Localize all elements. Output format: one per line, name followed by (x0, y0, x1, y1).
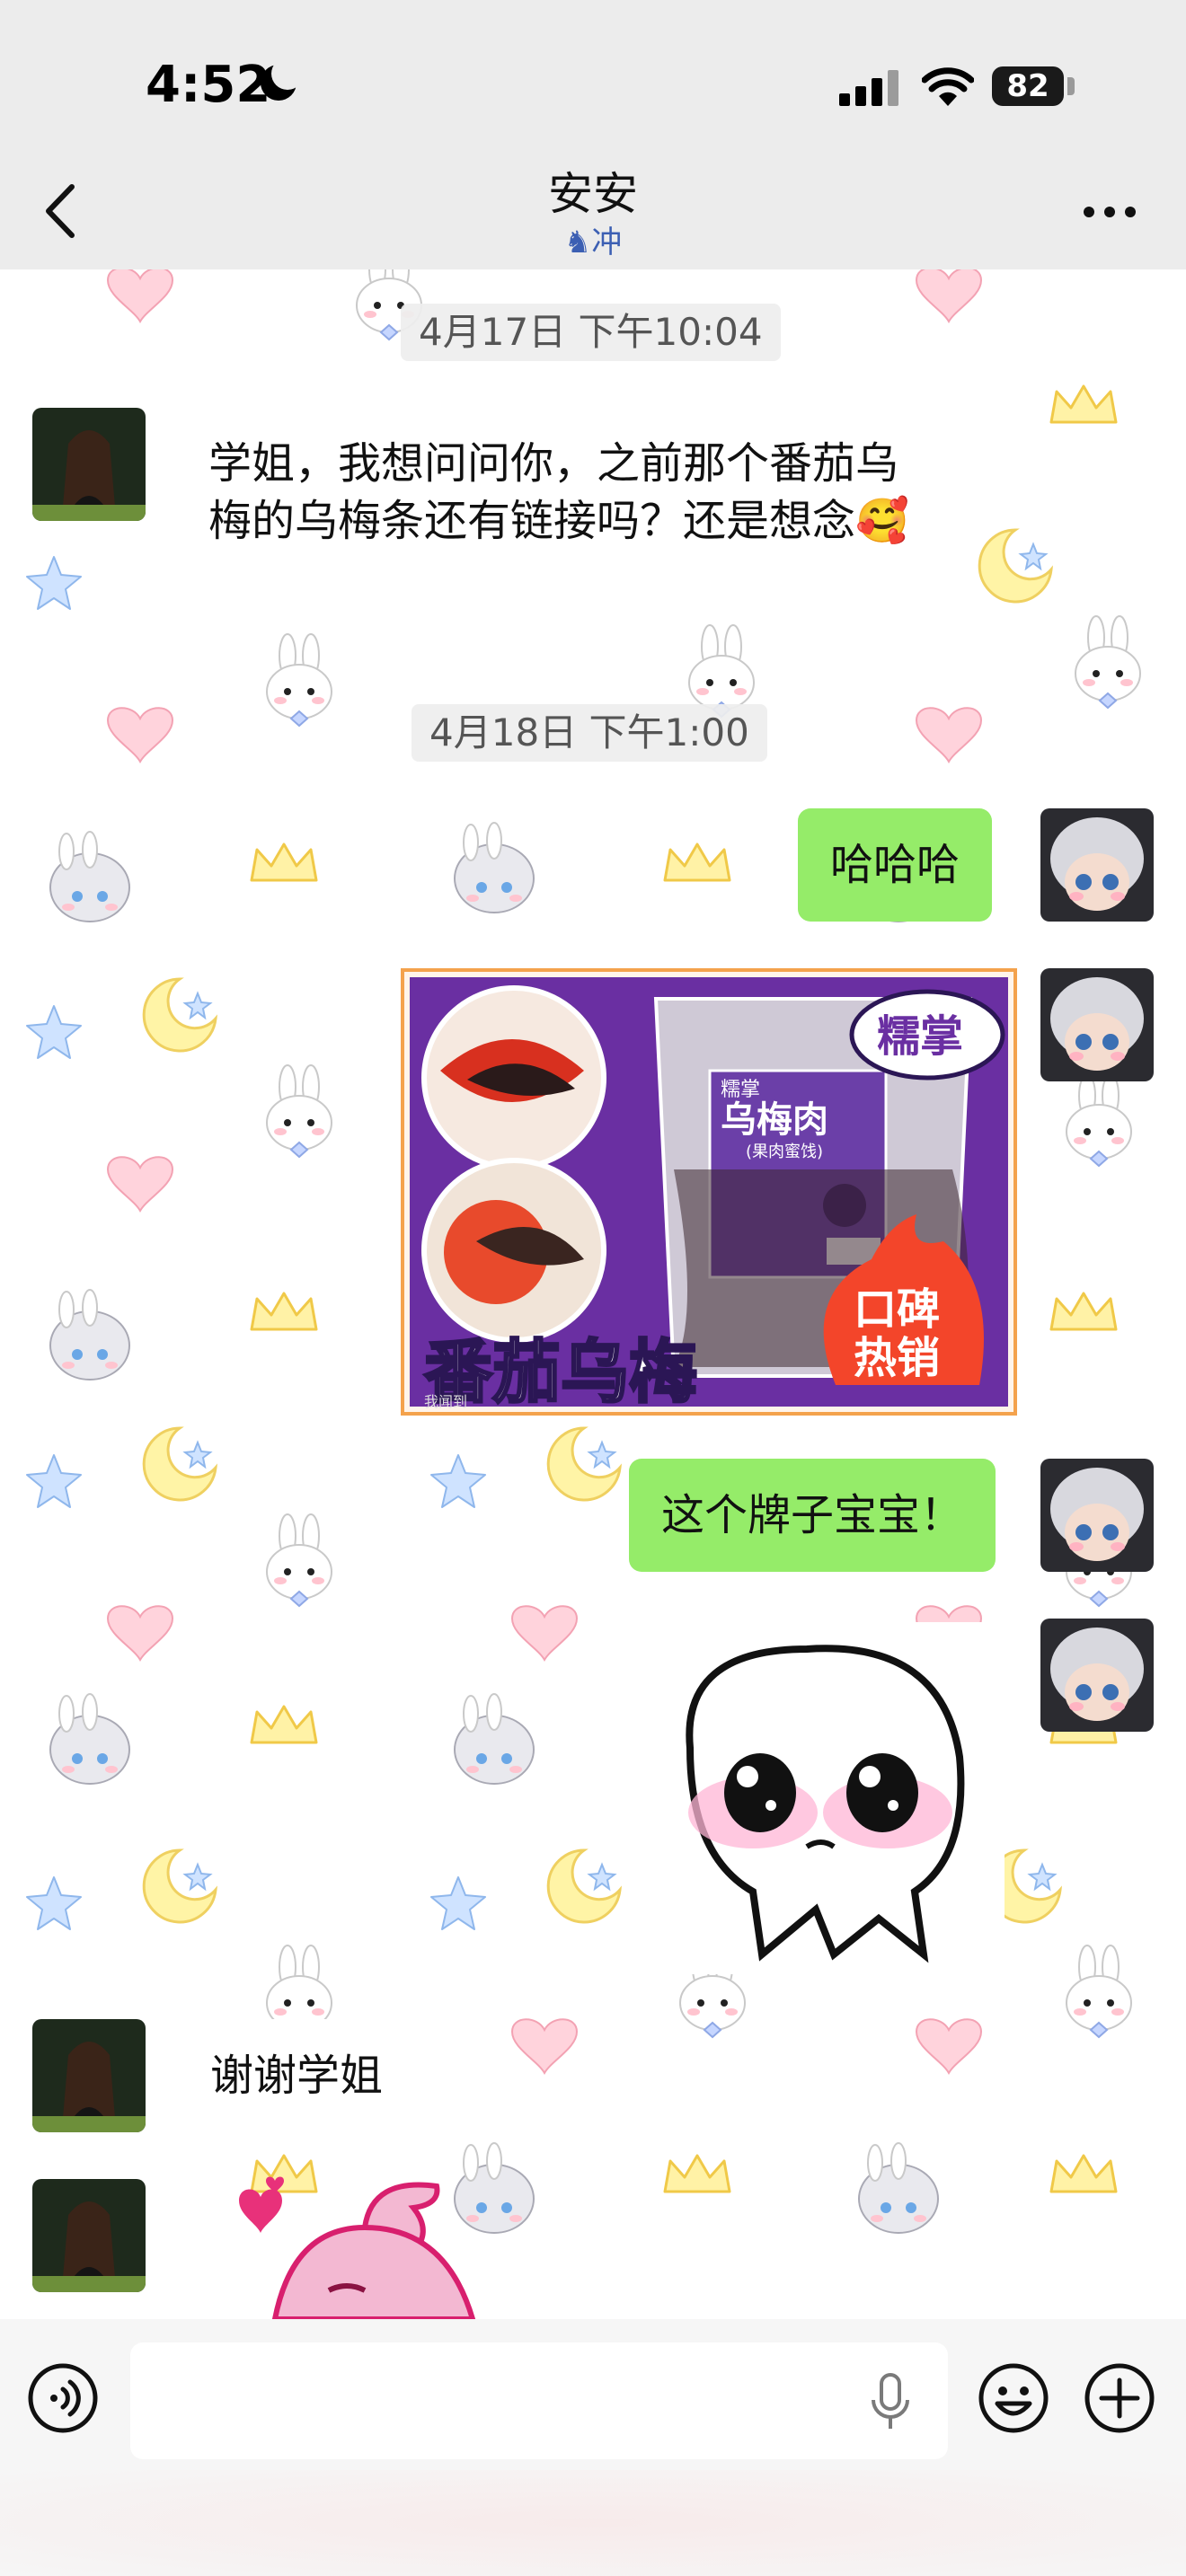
heart-pattern (916, 707, 982, 763)
sticker-crying-face[interactable] (654, 1622, 1005, 1974)
star-pattern (430, 1454, 486, 1508)
emoji-icon[interactable] (978, 2362, 1049, 2434)
moonbg-pattern (142, 977, 217, 1053)
mic-icon[interactable] (868, 2371, 913, 2434)
boy-pattern (858, 2142, 939, 2234)
plus-icon[interactable] (1084, 2362, 1155, 2434)
moonbg-pattern (142, 1426, 217, 1502)
message-bubble[interactable]: 哈哈哈 (798, 808, 993, 922)
badge-bottom: 热销 (854, 1333, 940, 1383)
boy-pattern (49, 831, 130, 922)
watermark: 我闻到 (424, 1393, 467, 1410)
product-image-message[interactable]: 糯掌 乌梅肉 (果肉蜜饯) 糯掌 口碑 热销 番茄乌梅 我闻到 (401, 968, 1017, 1416)
crown-pattern (250, 1705, 318, 1744)
heart-pattern (511, 2018, 578, 2074)
running-figure-icon: ♞ (563, 225, 592, 260)
boy-pattern (49, 1289, 130, 1381)
star-pattern (26, 1454, 82, 1508)
heart-pattern (511, 1605, 578, 1661)
avatar-self[interactable] (1040, 1459, 1154, 1572)
bunny-pattern (1066, 1945, 1132, 2038)
timestamp: 4月18日 下午1:00 (412, 704, 767, 762)
heart-pattern (107, 707, 173, 763)
top-bar: 4:52 82 安安 ♞冲 (0, 0, 1186, 269)
boy-pattern (49, 1693, 130, 1785)
message-bubble[interactable]: 学姐，我想问问你，之前那个番茄乌梅的乌梅条还有链接吗？还是想念🥰 (185, 422, 958, 562)
boy-pattern (454, 1693, 535, 1785)
bunny-pattern (1066, 1073, 1132, 1167)
moonbg-pattern (142, 1848, 217, 1924)
bunny-pattern (266, 1513, 332, 1607)
message-bubble[interactable]: 这个牌子宝宝！ (629, 1459, 996, 1572)
avatar-contact[interactable] (32, 408, 146, 521)
avatar-self[interactable] (1040, 968, 1154, 1081)
boy-pattern (454, 822, 535, 913)
chat-title: 安安 (548, 168, 638, 220)
status-time: 4:52 (146, 56, 271, 114)
bunny-pattern (266, 633, 332, 727)
heart-pattern (916, 2018, 982, 2074)
crown-pattern (663, 2154, 731, 2193)
star-pattern (26, 1005, 82, 1059)
bunny-pattern (266, 1064, 332, 1158)
avatar-self[interactable] (1040, 1619, 1154, 1732)
crown-pattern (250, 842, 318, 882)
moon-icon (261, 57, 304, 101)
package-sub: (果肉蜜饯) (746, 1142, 823, 1161)
moonbg-pattern (546, 1426, 622, 1502)
star-pattern (430, 1876, 486, 1930)
battery-indicator: 82 (992, 66, 1064, 106)
crown-pattern (1049, 384, 1118, 424)
avatar-self[interactable] (1040, 808, 1154, 922)
chat-status-text: 冲 (591, 225, 623, 260)
heart-pattern (107, 267, 173, 322)
chat-status: ♞冲 (0, 217, 1186, 261)
avatar-contact[interactable] (32, 2179, 146, 2292)
heart-pattern (107, 1156, 173, 1212)
moonbg-pattern (546, 1848, 622, 1924)
crown-pattern (1049, 1292, 1118, 1331)
message-bubble[interactable]: 谢谢学姐 (185, 2019, 409, 2132)
brand-badge: 糯掌 (877, 1011, 963, 1062)
crown-pattern (1049, 2154, 1118, 2193)
star-pattern (26, 556, 82, 610)
bunny-pattern (1075, 615, 1141, 709)
home-area (0, 2470, 1186, 2576)
signal-icon (839, 70, 898, 106)
more-icon[interactable] (1078, 185, 1141, 239)
message-input[interactable] (130, 2342, 948, 2459)
battery-tip (1067, 77, 1075, 95)
wifi-icon (922, 67, 974, 106)
package-name: 乌梅肉 (721, 1099, 828, 1141)
package-brand: 糯掌 (721, 1079, 760, 1101)
star-pattern (26, 1876, 82, 1930)
heart-pattern (107, 1605, 173, 1661)
badge-top: 口碑 (854, 1284, 940, 1335)
timestamp: 4月17日 下午10:04 (401, 304, 781, 361)
moonbg-pattern (978, 528, 1053, 604)
crown-pattern (250, 1292, 318, 1331)
avatar-contact[interactable] (32, 2019, 146, 2132)
bunny-pattern (688, 624, 755, 718)
voice-icon[interactable] (27, 2362, 99, 2434)
crown-pattern (663, 842, 731, 882)
heart-pattern (916, 267, 982, 322)
sticker-pink-character[interactable] (221, 2174, 491, 2319)
